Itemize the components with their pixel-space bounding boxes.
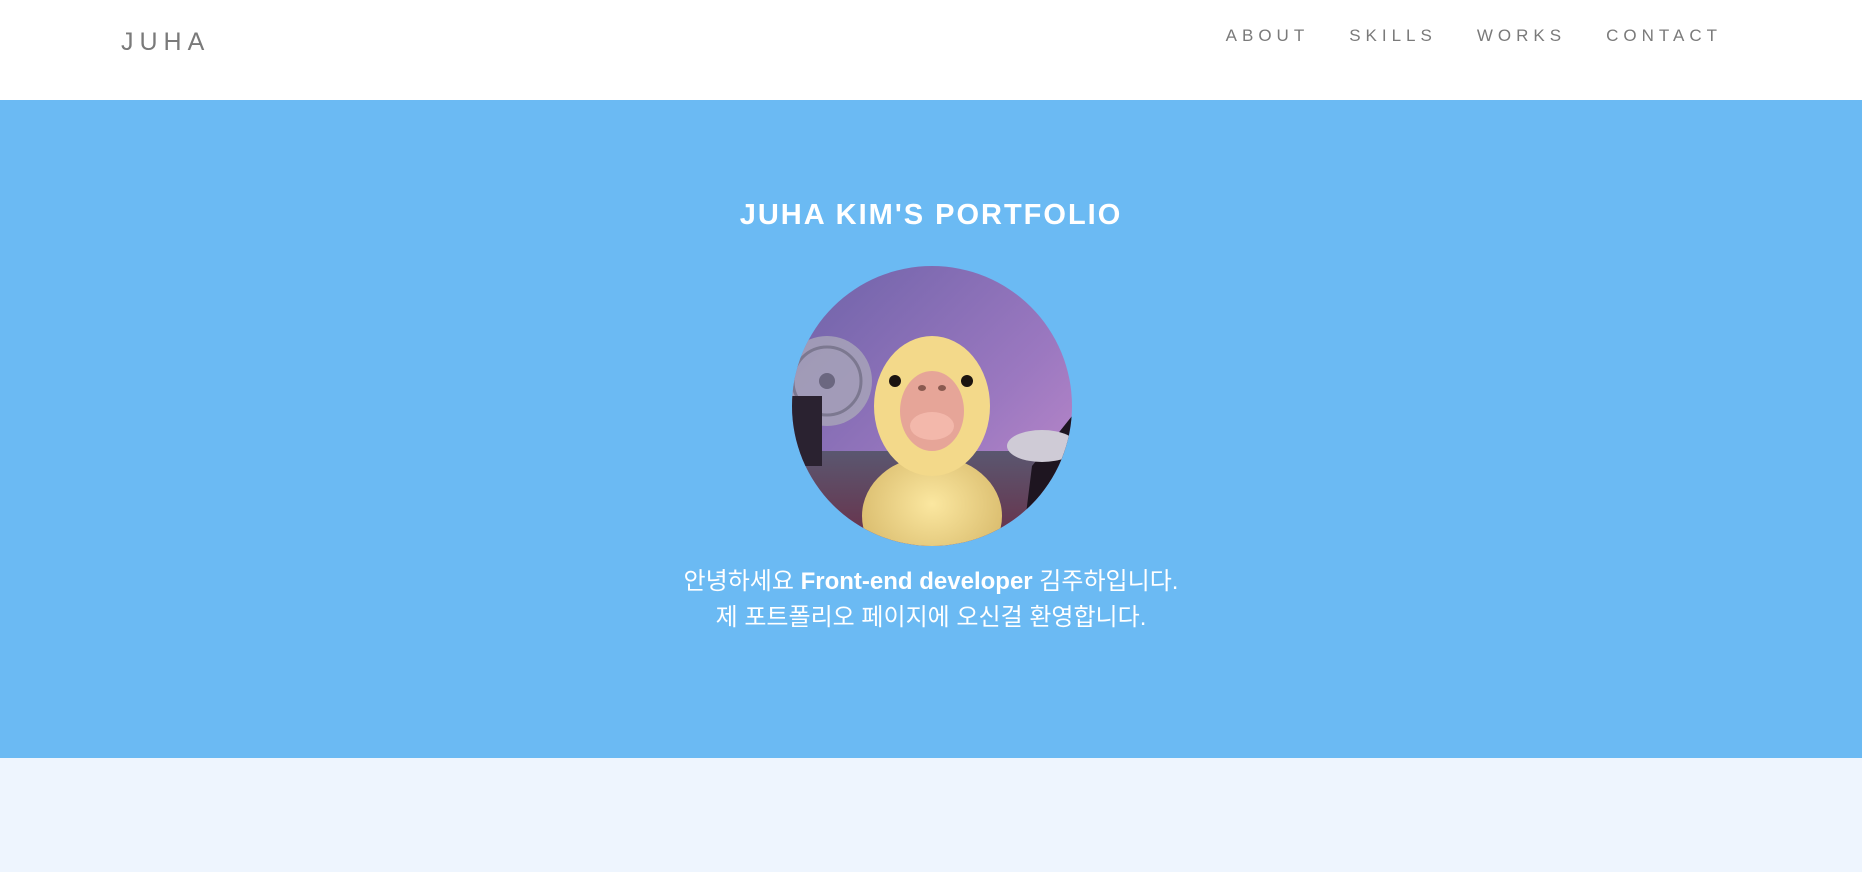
navbar: JUHA ABOUT SKILLS WORKS CONTACT [0, 0, 1862, 100]
nav-link-works[interactable]: WORKS [1477, 25, 1566, 47]
nav-link-about[interactable]: ABOUT [1226, 25, 1310, 47]
nav-link-skills[interactable]: SKILLS [1349, 25, 1437, 47]
intro-greeting: 안녕하세요 [683, 568, 801, 595]
profile-avatar [792, 266, 1072, 546]
intro-name: 김주하입니다. [1032, 568, 1179, 595]
about-section-preview [0, 758, 1862, 872]
intro-text: 안녕하세요 Front-end developer 김주하입니다. 제 포트폴리… [0, 564, 1862, 636]
nav-link-contact[interactable]: CONTACT [1606, 25, 1722, 47]
duckling-photo [792, 266, 1072, 546]
hero-title: JUHA KIM'S PORTFOLIO [739, 199, 1123, 231]
intro-line-2: 제 포트폴리오 페이지에 오신걸 환영합니다. [715, 604, 1147, 631]
intro-role: Front-end developer [800, 568, 1033, 595]
hero-section: JUHA KIM'S PORTFOLIO 안녕하세요 Front-end dev… [0, 100, 1862, 758]
intro-line-1: 안녕하세요 Front-end developer 김주하입니다. [0, 564, 1862, 600]
nav-links: ABOUT SKILLS WORKS CONTACT [1186, 25, 1722, 47]
brand-logo-link[interactable]: JUHA [121, 28, 210, 57]
